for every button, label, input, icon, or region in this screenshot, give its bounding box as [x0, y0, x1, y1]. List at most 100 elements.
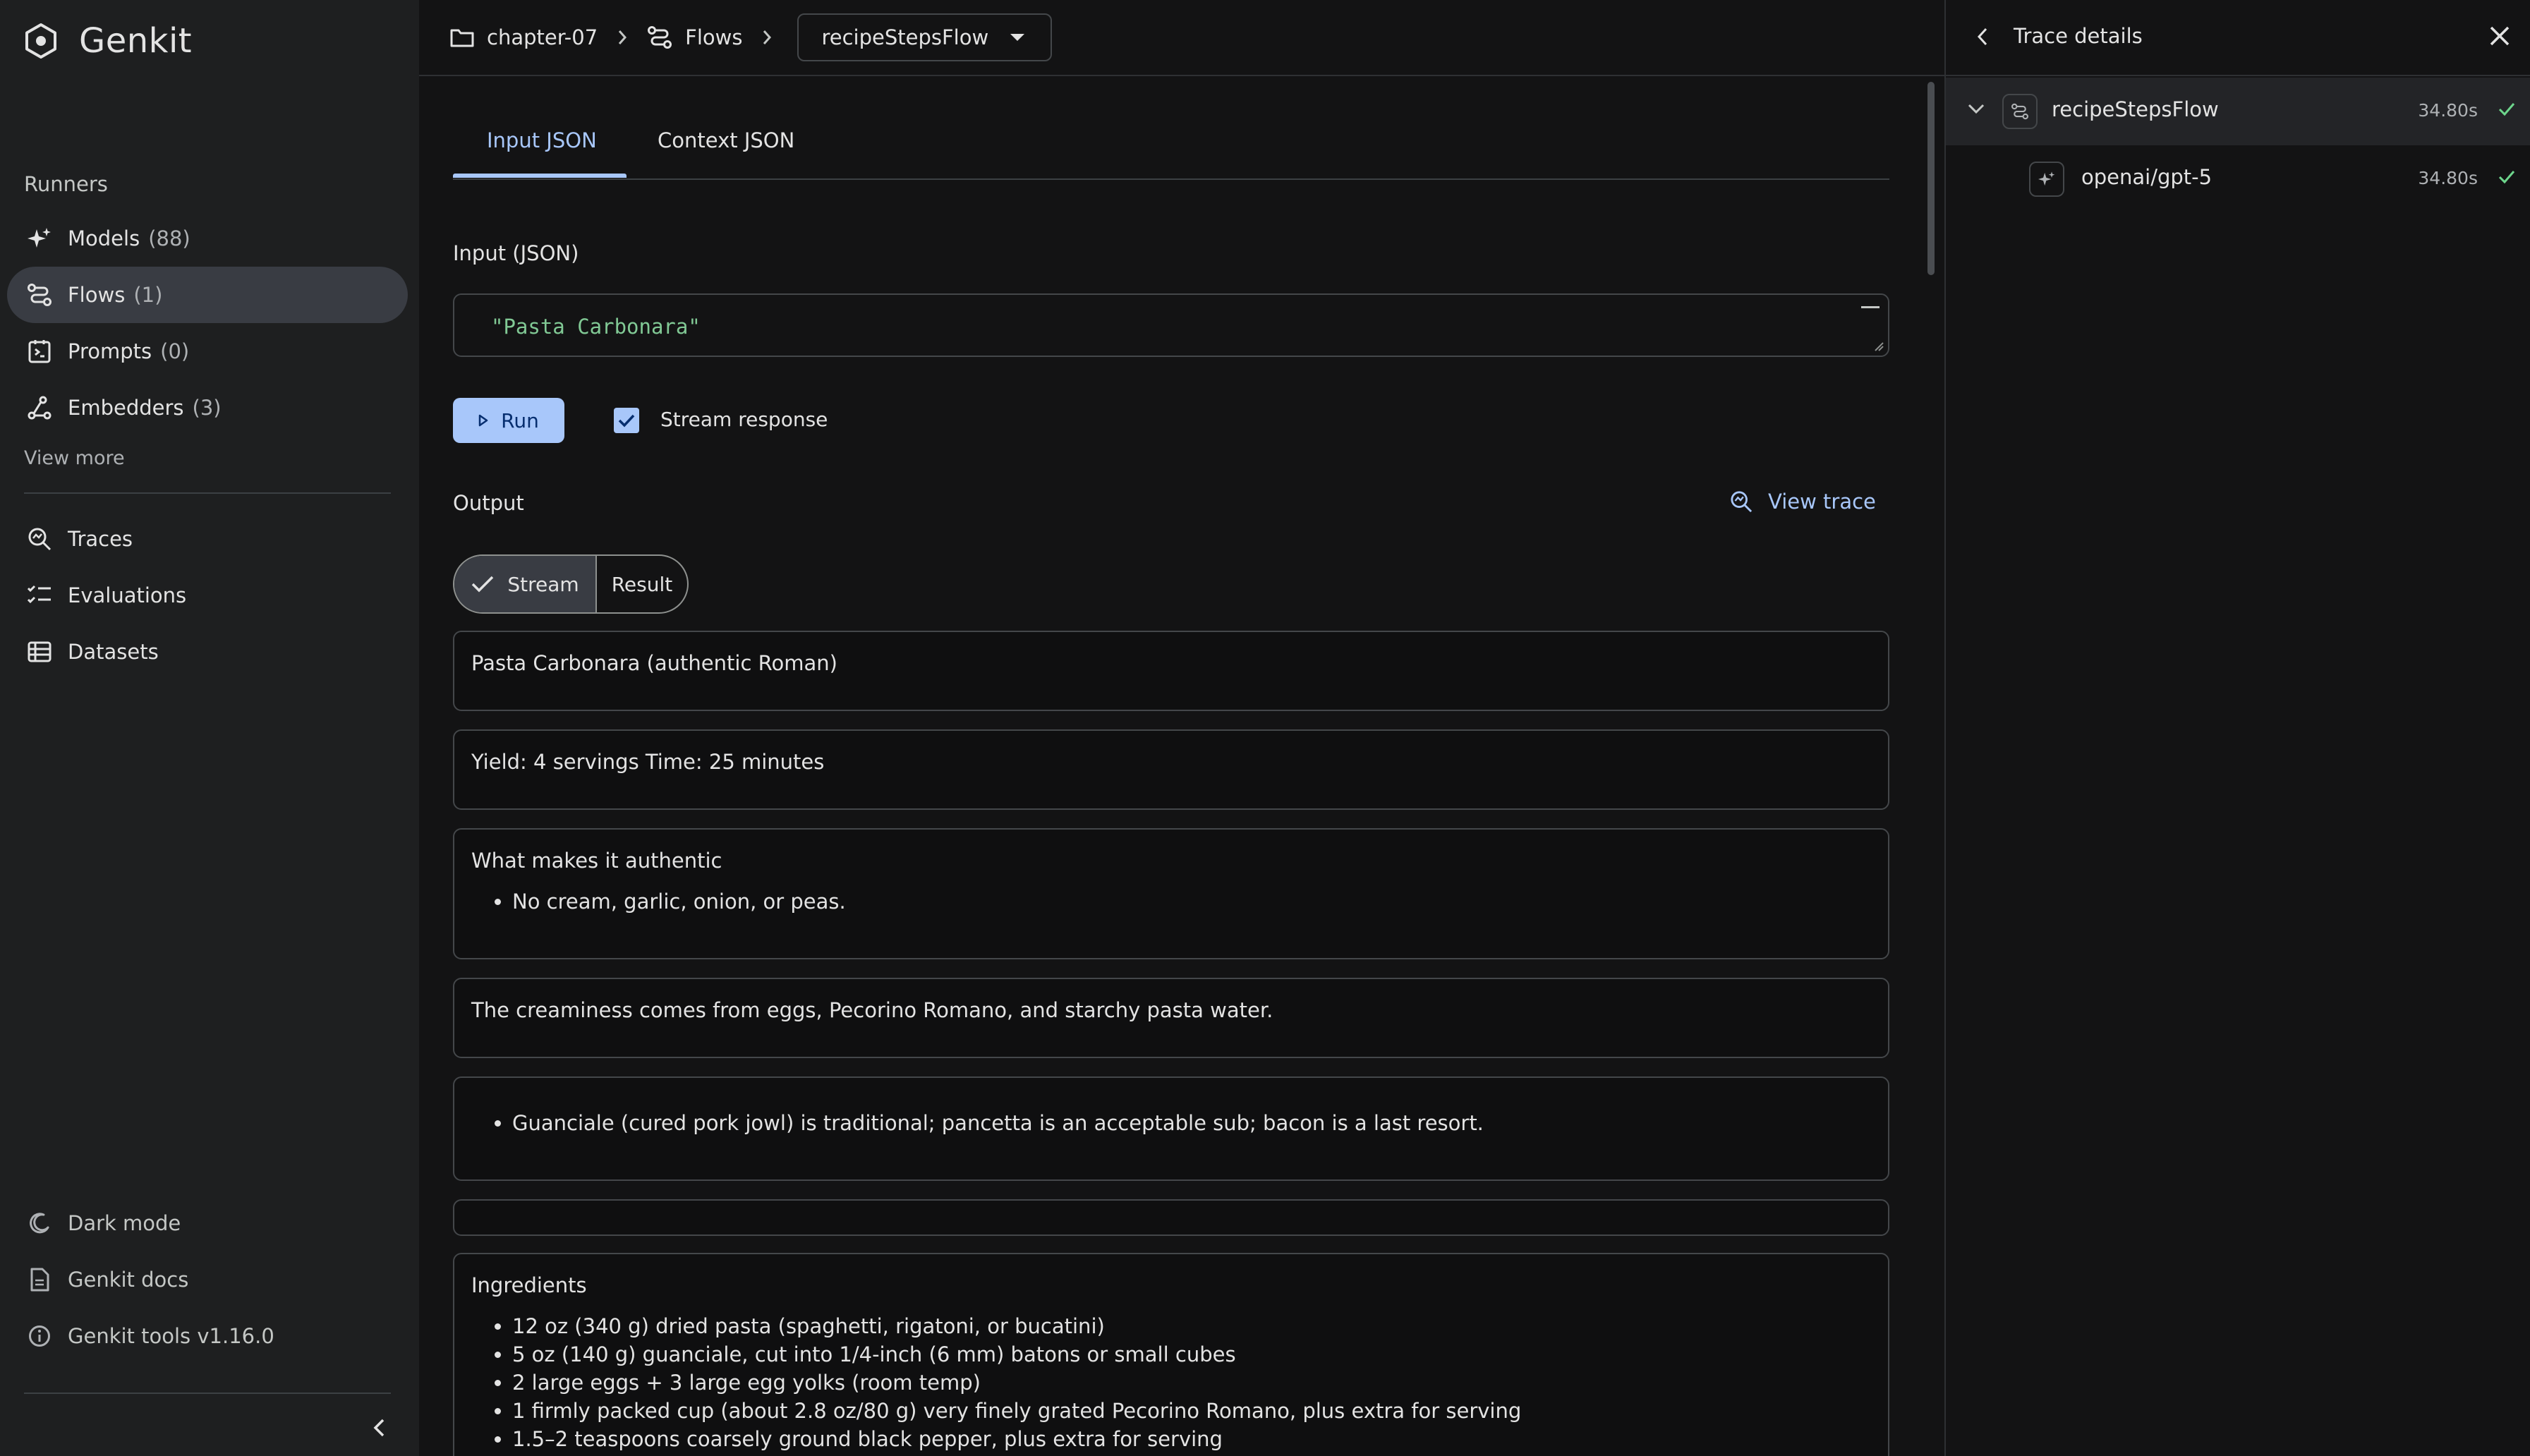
- stream-toggle-option[interactable]: Stream: [454, 556, 597, 612]
- sidebar-footer-divider: [24, 1393, 391, 1394]
- list-item: 5 oz (140 g) guanciale, cut into 1/4-inc…: [512, 1340, 1871, 1369]
- breadcrumb-section[interactable]: Flows: [647, 25, 742, 49]
- span-duration: 34.80s: [2418, 100, 2478, 121]
- trace-panel-title: Trace details: [2014, 24, 2143, 48]
- resize-handle-icon[interactable]: [1874, 341, 1884, 351]
- stream-response-checkbox[interactable]: [614, 408, 639, 433]
- stream-response-label[interactable]: Stream response: [660, 408, 828, 431]
- sidebar-item-count: (3): [192, 396, 222, 420]
- success-check-icon: [2498, 102, 2516, 117]
- sidebar-item-count: (0): [160, 339, 190, 363]
- input-json-editor[interactable]: "Pasta Carbonara": [453, 293, 1889, 357]
- collapse-editor-icon[interactable]: [1861, 306, 1880, 308]
- brand[interactable]: Genkit: [24, 21, 192, 61]
- sidebar-item-label: Traces: [68, 527, 133, 551]
- sparkle-icon: [2029, 162, 2064, 197]
- sidebar-divider: [24, 492, 391, 494]
- success-check-icon: [2498, 169, 2516, 185]
- list-item: 1 firmly packed cup (about 2.8 oz/80 g) …: [512, 1397, 1871, 1425]
- active-tab-indicator: [453, 174, 627, 178]
- result-toggle-option[interactable]: Result: [597, 556, 687, 612]
- ingredients-list: 12 oz (340 g) dried pasta (spaghetti, ri…: [471, 1312, 1871, 1453]
- sidebar-item-count: (1): [133, 283, 163, 307]
- chevron-down-icon[interactable]: [1967, 103, 1985, 114]
- trace-span-row[interactable]: recipeStepsFlow 34.80s: [1946, 78, 2530, 145]
- sidebar-item-label: Embedders: [68, 396, 184, 420]
- trace-span-row[interactable]: openai/gpt-5 34.80s: [1946, 145, 2530, 213]
- view-trace-label: View trace: [1768, 490, 1876, 514]
- output-chunk-text: Pasta Carbonara (authentic Roman): [471, 651, 837, 675]
- sidebar-item-label: Flows: [68, 283, 126, 307]
- dataset-icon: [25, 638, 54, 666]
- sidebar-item-embedders[interactable]: Embedders (3): [7, 380, 408, 436]
- flow-selector[interactable]: recipeStepsFlow: [797, 13, 1053, 61]
- list-item: No cream, garlic, onion, or peas.: [512, 887, 1871, 916]
- embedder-icon: [25, 394, 54, 422]
- genkit-docs-link[interactable]: Genkit docs: [7, 1251, 408, 1308]
- output-chunk-empty: [453, 1199, 1889, 1236]
- list-item: 12 oz (340 g) dried pasta (spaghetti, ri…: [512, 1312, 1871, 1340]
- span-name: openai/gpt-5: [2081, 165, 2213, 189]
- sidebar-item-datasets[interactable]: Datasets: [7, 624, 408, 680]
- brand-name: Genkit: [79, 21, 193, 61]
- output-chunk: What makes it authentic No cream, garlic…: [453, 828, 1889, 959]
- genkit-logo-icon: [24, 23, 58, 59]
- list-item: Guanciale (cured pork jowl) is tradition…: [512, 1109, 1871, 1137]
- trace-panel-header: Trace details: [1946, 0, 2530, 76]
- output-chunk: The creaminess comes from eggs, Pecorino…: [453, 978, 1889, 1058]
- document-icon: [25, 1266, 54, 1294]
- chevron-left-icon[interactable]: [1977, 27, 1988, 47]
- trace-details-panel: Trace details recipeStepsFlow 34.80s ope…: [1944, 0, 2530, 1456]
- collapse-sidebar-icon[interactable]: [373, 1418, 385, 1438]
- view-more-link[interactable]: View more: [24, 447, 125, 469]
- moon-icon: [25, 1209, 54, 1237]
- list-item: 2 large eggs + 3 large egg yolks (room t…: [512, 1369, 1871, 1397]
- span-name: recipeStepsFlow: [2052, 97, 2219, 121]
- check-icon: [471, 575, 495, 593]
- sidebar-item-label: Genkit tools v1.16.0: [68, 1324, 274, 1348]
- sidebar-item-models[interactable]: Models (88): [7, 210, 408, 267]
- folder-icon: [450, 28, 474, 47]
- flow-icon: [647, 25, 672, 49]
- run-button-label: Run: [501, 408, 539, 432]
- top-bar: chapter-07 Flows recipeStepsFlow: [419, 0, 1944, 76]
- output-chunk: Yield: 4 servings Time: 25 minutes: [453, 729, 1889, 810]
- main-scrollbar[interactable]: [1927, 82, 1935, 275]
- chevron-right-icon: [617, 29, 627, 46]
- output-chunk: Pasta Carbonara (authentic Roman): [453, 631, 1889, 711]
- breadcrumb-section-label: Flows: [685, 25, 743, 49]
- sidebar-item-label: Dark mode: [68, 1211, 181, 1235]
- sparkle-icon: [25, 224, 54, 253]
- breadcrumb-project-label: chapter-07: [487, 25, 598, 49]
- input-json-value: "Pasta Carbonara": [491, 315, 701, 339]
- list-item: 1.5–2 teaspoons coarsely ground black pe…: [512, 1425, 1871, 1453]
- stream-option-label: Stream: [507, 572, 579, 596]
- flow-icon: [2002, 94, 2038, 129]
- breadcrumb-project[interactable]: chapter-07: [450, 25, 598, 49]
- result-option-label: Result: [611, 572, 673, 596]
- dark-mode-toggle[interactable]: Dark mode: [7, 1195, 408, 1251]
- sidebar-item-evaluations[interactable]: Evaluations: [7, 567, 408, 624]
- view-trace-link[interactable]: View trace: [1730, 490, 1876, 514]
- main-panel: Input JSON Context JSON Input (JSON) "Pa…: [419, 78, 1922, 1456]
- sidebar-item-flows[interactable]: Flows (1): [7, 267, 408, 323]
- input-tabs: Input JSON Context JSON: [453, 78, 1889, 180]
- dropdown-caret-icon: [1010, 33, 1025, 42]
- output-label: Output: [453, 491, 524, 515]
- prompt-icon: [25, 337, 54, 365]
- input-json-label: Input (JSON): [453, 241, 579, 265]
- sidebar-item-label: Genkit docs: [68, 1268, 189, 1292]
- output-chunk-text: The creaminess comes from eggs, Pecorino…: [471, 998, 1273, 1022]
- output-chunk-text: What makes it authentic: [471, 849, 722, 873]
- sidebar-item-traces[interactable]: Traces: [7, 511, 408, 567]
- trace-search-icon: [25, 525, 54, 553]
- output-bullet-list: No cream, garlic, onion, or peas.: [471, 887, 1871, 916]
- tab-input-json[interactable]: Input JSON: [487, 128, 597, 152]
- tab-context-json[interactable]: Context JSON: [658, 128, 794, 152]
- genkit-version-info[interactable]: Genkit tools v1.16.0: [7, 1308, 408, 1364]
- close-icon[interactable]: [2489, 25, 2510, 47]
- flow-selector-value: recipeStepsFlow: [821, 25, 989, 49]
- output-bullet-list: Guanciale (cured pork jowl) is tradition…: [471, 1109, 1871, 1137]
- run-button[interactable]: Run: [453, 398, 564, 443]
- sidebar-item-prompts[interactable]: Prompts (0): [7, 323, 408, 380]
